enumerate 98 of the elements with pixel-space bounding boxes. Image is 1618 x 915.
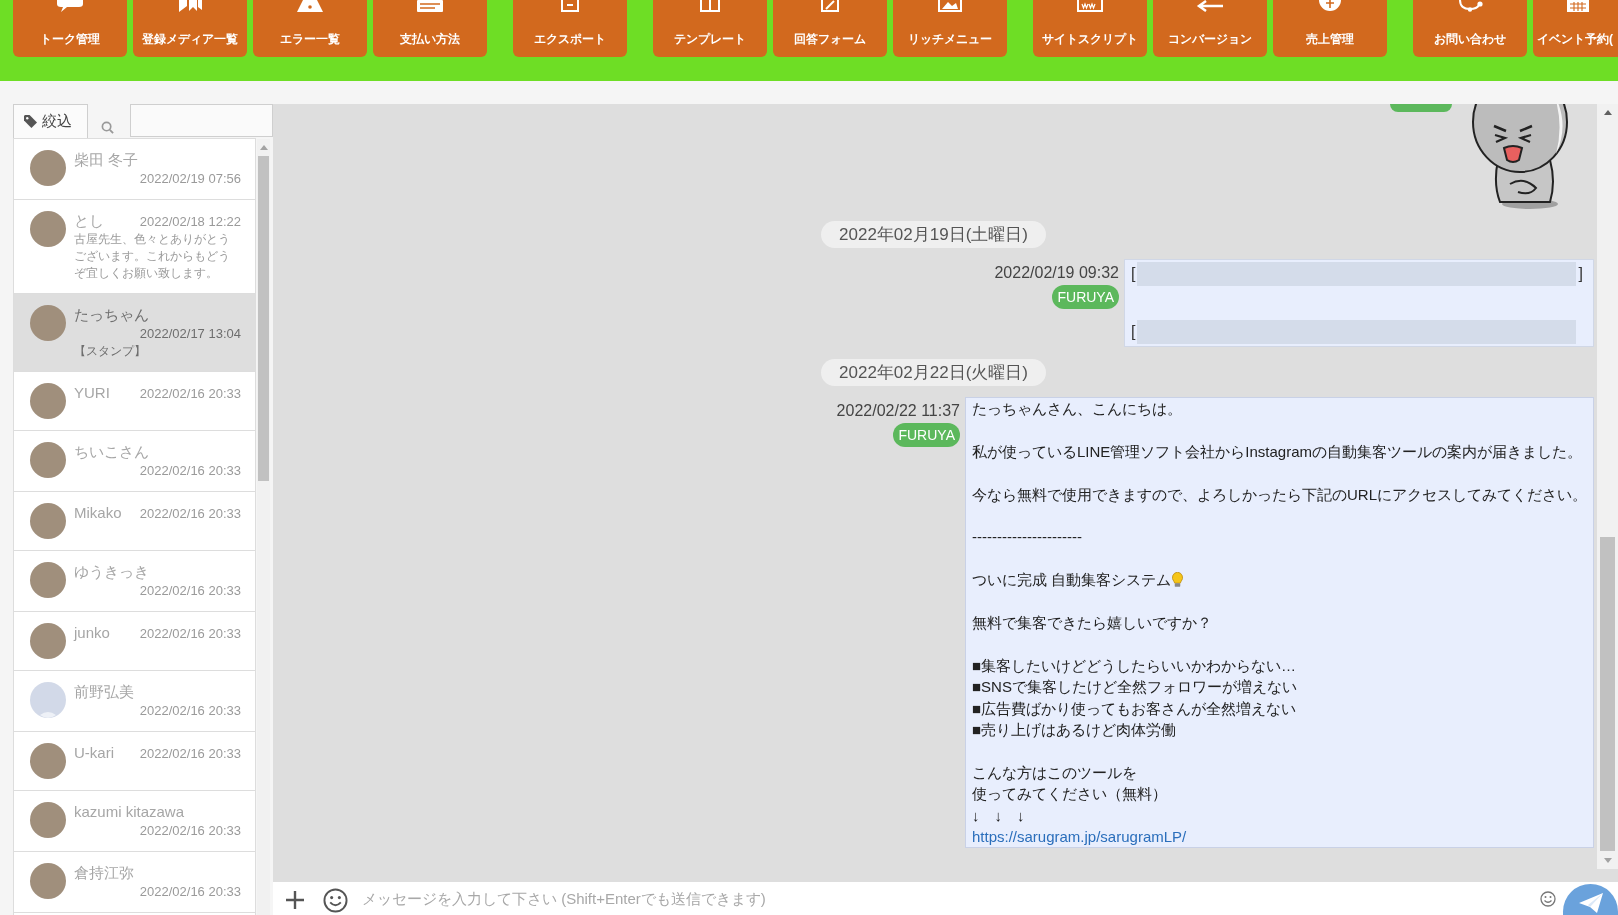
message-text: ■広告費ばかり使ってもお客さんが全然増えない [972,698,1298,719]
message-text: ■売り上げはあるけど肉体労働 [972,720,1178,740]
toolbar-button[interactable]: 登録メディア一覧 [133,0,247,57]
last-message-time: 2022/02/16 20:33 [139,505,241,523]
contact-name: ちいこさん [74,442,149,462]
avatar-placeholder [30,802,66,838]
date-separator: 2022年02月19日(土曜日) [821,221,1046,248]
contact-name: 前野弘美 [74,682,134,702]
sender-badge: FURUYA [1052,285,1119,309]
last-message-time: 2022/02/16 20:33 [139,582,241,600]
avatar-placeholder [30,442,66,478]
last-message-time: 2022/02/18 12:22 [139,213,241,231]
last-message-time: 2022/02/16 20:33 [139,625,241,643]
contact-name: 倉持江弥 [74,863,134,883]
default-avatar-icon [30,682,66,718]
sender-badge: FURUYA [893,423,960,447]
scrollbar-thumb[interactable] [1600,537,1615,851]
toolbar-button[interactable]: テンプレート [653,0,767,57]
avatar-placeholder [30,623,66,659]
url-link[interactable]: https://sarugram.jp/sarugramLP/ [972,828,1187,845]
contact-name: U-kari [74,743,114,763]
last-message-time: 2022/02/17 13:04 [139,325,241,343]
toolbar-button[interactable]: お問い合わせ [1413,0,1527,57]
message-text: 使ってみてください（無料） [972,784,1168,805]
message-text: たっちゃんさん、こんにちは。 [972,399,1183,419]
message-text: ---------------------- [972,527,1083,548]
scrollbar[interactable] [1597,104,1618,869]
scroll-down-icon[interactable] [1603,858,1612,863]
toolbar-button[interactable]: 回答フォーム [773,0,887,57]
last-message-time: 2022/02/16 20:33 [139,462,241,480]
message-text: 私が使っているLINE管理ソフト会社からInstagramの自動集客ツールの案内が届きました。 [972,441,1584,462]
last-message-time: 2022/02/16 20:33 [139,745,241,763]
last-message-time: 2022/02/19 07:56 [139,170,241,188]
contact-name: YURI [74,383,110,403]
toolbar-button[interactable]: 支払い方法 [373,0,487,57]
message-text: 無料で集客できたら嬉しいですか？ [972,613,1213,633]
message-preview: 古屋先生、色々とありがとうございます。これからもどうぞ宜しくお願い致します。 [74,231,231,282]
avatar-placeholder [30,211,66,247]
bracket-text: [ [1131,264,1136,284]
contact-name: 柴田 冬子 [74,150,139,170]
warning-icon [295,0,325,12]
last-message-time: 2022/02/16 20:33 [139,883,241,901]
avatar-placeholder [30,383,66,419]
message-text: ↓ ↓ ↓ [972,805,1026,826]
search-icon[interactable] [101,120,114,134]
avatar-placeholder [30,562,66,598]
message-text: ついに完成 自動集客システム [972,570,1172,591]
contact-name: Mikako [74,503,122,523]
toolbar-button[interactable]: エクスポート [513,0,627,57]
avatar-placeholder [30,503,66,539]
contact-list-item[interactable]: たっちゃん 2022/02/17 13:04 【スタンプ】 [14,294,255,372]
contact-name: たっちゃん [74,305,149,325]
message-text: 今なら無料で使用できますので、よろしかったら下記のURLにアクセスしてみてください。 [972,484,1587,505]
last-message-time: 2022/02/16 20:33 [139,702,241,720]
last-message-time: 2022/02/16 20:33 [139,385,241,403]
bracket-text: [ [1131,322,1136,342]
contact-name: とし [74,211,104,231]
toolbar-button[interactable]: コンバージョン [1153,0,1267,57]
message-time: 2022/02/22 11:37 [836,401,960,421]
toolbar-button[interactable]: リッチメニュー [893,0,1007,57]
sender-badge [1390,104,1452,112]
message-text: ■SNSで集客したけど全然フォロワーが増えない [972,677,1298,698]
light-bulb-icon [1172,572,1184,588]
chat-bubble-icon [55,0,85,12]
toolbar-button[interactable]: サイトスクリプト [1033,0,1147,57]
contact-name: junko [74,623,110,643]
toolbar-button[interactable]: トーク管理 [13,0,127,57]
emoji-icon[interactable] [1540,891,1556,907]
contact-name: kazumi kitazawa [74,802,185,822]
tag-icon [24,115,37,128]
toolbar-button[interactable]: 売上管理 [1273,0,1387,57]
bracket-text: ] [1578,264,1583,284]
emoji-icon[interactable] [323,888,348,913]
message-text: ■集客したいけどどうしたらいいかわからない… [972,655,1298,676]
paper-plane-icon [1578,893,1603,913]
browser-icon [1075,0,1105,12]
last-message-time: 2022/02/16 20:33 [139,822,241,840]
toolbar-button[interactable]: エラー一覧 [253,0,367,57]
message-time: 2022/02/19 09:32 [994,263,1119,283]
message-text: こんな方はこのツールを [972,762,1138,783]
scroll-up-icon[interactable] [1603,110,1612,115]
card-icon [415,0,445,12]
send-button[interactable] [1563,884,1618,915]
plus-icon[interactable] [285,890,305,910]
avatar-placeholder [30,305,66,341]
date-separator: 2022年02月22日(火曜日) [821,359,1046,386]
scrollbar[interactable] [257,139,270,915]
avatar-placeholder [30,743,66,779]
arrow-icon [1195,0,1225,12]
scrollbar-thumb[interactable] [258,156,269,481]
search-field[interactable] [130,104,273,137]
avatar-placeholder [30,150,66,186]
avatar-placeholder [30,863,66,899]
message-preview: 【スタンプ】 [74,343,147,360]
image-icon [935,0,965,12]
toolbar-button[interactable]: イベント予約( [1533,0,1618,57]
filter-tab[interactable]: 絞込 [13,104,88,138]
contact-name: ゆうきっき [74,562,149,582]
